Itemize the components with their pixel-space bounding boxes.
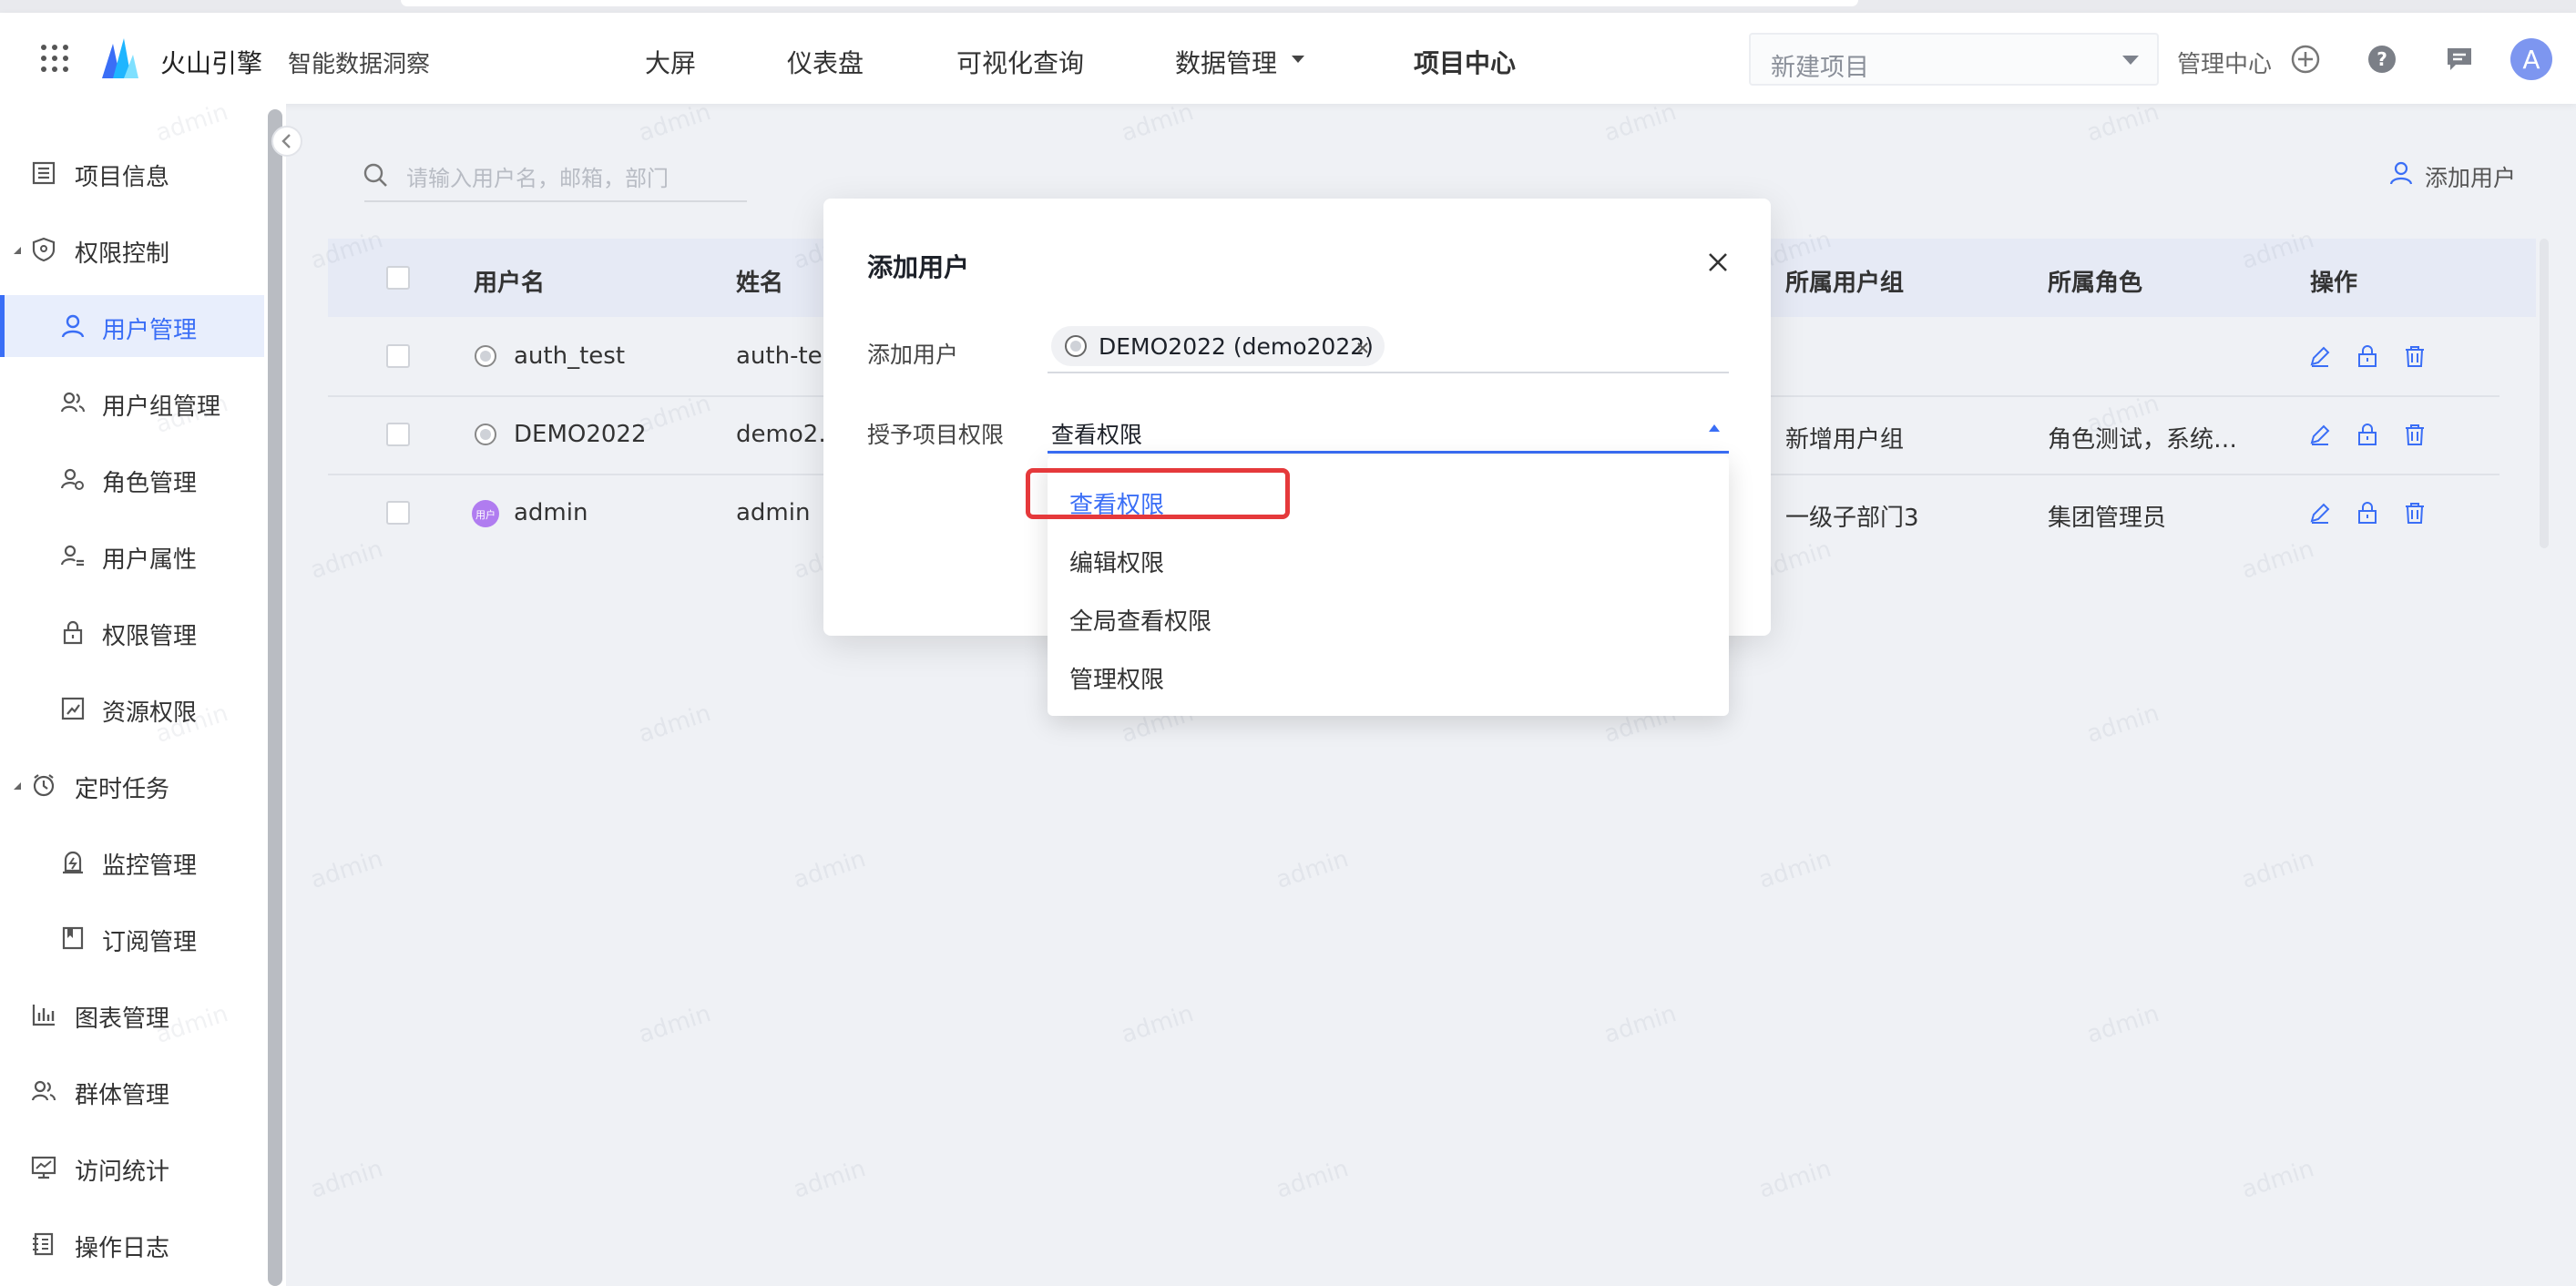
option-global-view-permission[interactable]: 全局查看权限: [1069, 603, 1211, 637]
watermark: admin: [790, 1155, 870, 1204]
grant-permission-value: 查看权限: [1051, 422, 1143, 448]
watermark: admin: [307, 1155, 387, 1204]
option-edit-permission[interactable]: 编辑权限: [1069, 545, 1164, 578]
selected-user-tag[interactable]: DEMO2022 (demo2022): [1051, 326, 1385, 366]
watermark: admin: [2238, 1155, 2318, 1204]
option-manage-permission[interactable]: 管理权限: [1069, 661, 1164, 695]
watermark: admin: [1273, 1155, 1353, 1204]
modal-title: 添加用户: [867, 252, 970, 282]
watermark: admin: [2083, 1000, 2163, 1049]
watermark: admin: [2083, 390, 2163, 439]
watermark: admin: [635, 1000, 715, 1049]
user-avatar-icon: [1064, 334, 1088, 358]
highlight-box: [1026, 468, 1290, 519]
watermark: admin: [2238, 845, 2318, 894]
watermark: admin: [152, 98, 232, 148]
add-user-field[interactable]: DEMO2022 (demo2022): [1048, 322, 1729, 373]
watermark: admin: [2238, 226, 2318, 275]
watermark: admin: [635, 98, 715, 148]
watermark: admin: [152, 390, 232, 439]
watermark: admin: [307, 845, 387, 894]
remove-tag-icon[interactable]: [1355, 341, 1370, 355]
watermark: admin: [2083, 699, 2163, 749]
watermark: admin: [307, 226, 387, 275]
caret-up-icon: [1709, 424, 1720, 432]
add-user-field-label: 添加用户: [867, 342, 959, 368]
watermark: admin: [1118, 1000, 1198, 1049]
watermark: admin: [152, 699, 232, 749]
watermark: admin: [1118, 98, 1198, 148]
watermark: admin: [1755, 1155, 1835, 1204]
watermark: admin: [1600, 98, 1681, 148]
close-button[interactable]: [1705, 250, 1731, 275]
watermark: admin: [635, 390, 715, 439]
watermark: admin: [1600, 1000, 1681, 1049]
watermark: admin: [790, 845, 870, 894]
watermark: admin: [1755, 845, 1835, 894]
close-icon: [1709, 253, 1727, 271]
watermark: admin: [1273, 845, 1353, 894]
watermark: admin: [307, 536, 387, 585]
watermark: admin: [2238, 536, 2318, 585]
selected-user-tag-label: DEMO2022 (demo2022): [1099, 333, 1374, 360]
watermark: admin: [635, 699, 715, 749]
grant-permission-select[interactable]: 查看权限: [1048, 403, 1729, 454]
watermark: admin: [152, 1000, 232, 1049]
watermark: admin: [2083, 98, 2163, 148]
grant-permission-label: 授予项目权限: [867, 422, 1005, 448]
